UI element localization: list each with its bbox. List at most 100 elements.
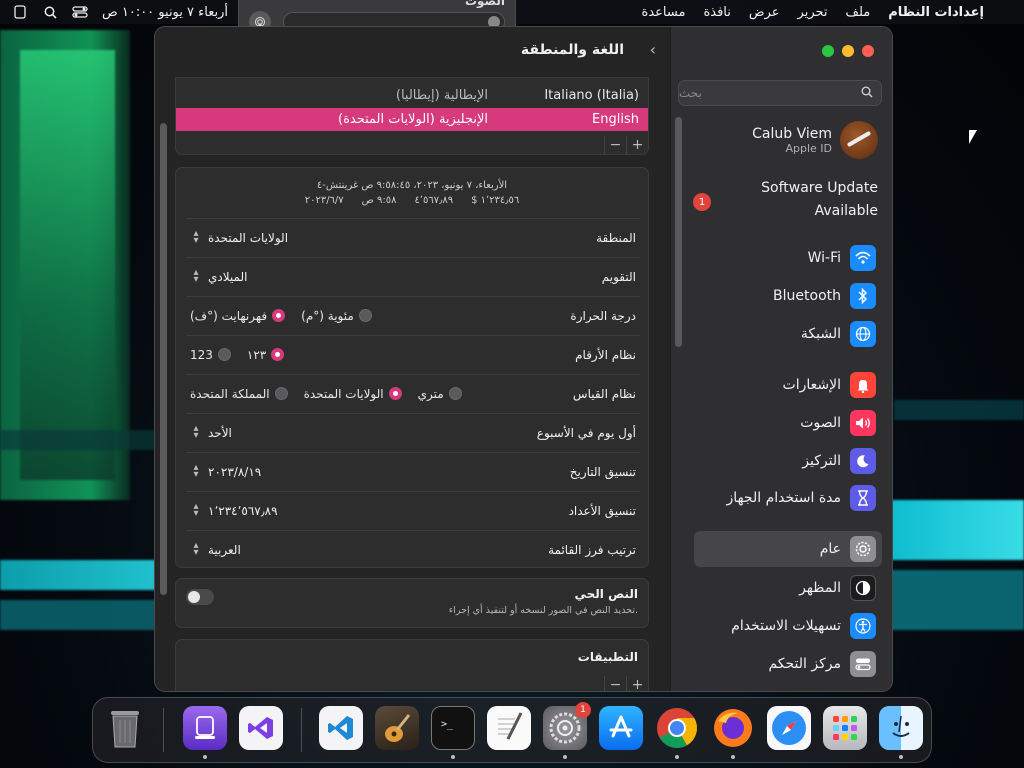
sidebar-item-accessibility[interactable]: تسهيلات الاستخدام (692, 611, 880, 641)
menu-edit[interactable]: تحرير (798, 5, 828, 20)
page-title: اللغة والمنطقة (520, 42, 624, 58)
measurement-metric-radio[interactable]: متري (418, 387, 462, 401)
dock-terminal[interactable]: >_ (431, 706, 475, 750)
radio-dot (358, 309, 372, 322)
first-day-value: الأحد (208, 425, 232, 440)
format-preview-number: ٤٬٥٦٧٫٨٩ (414, 195, 454, 206)
date-format-value: ٢٠٢٣/٨/١٩ (208, 464, 262, 479)
stepper-icon: ▴ ▾ (193, 539, 199, 558)
language-row[interactable]: Italiano (Italia) الإيطالية (إيطاليا) (176, 84, 648, 107)
remove-app-button[interactable]: − (604, 676, 626, 691)
dock-vscode[interactable] (319, 706, 363, 750)
region-value: الولايات المتحدة (208, 230, 289, 245)
language-native-name: Italiano (Italia) (544, 88, 639, 103)
zoom-button[interactable] (822, 45, 834, 57)
sidebar-item-appearance[interactable]: المظهر (692, 573, 880, 603)
first-day-select[interactable]: ▴ ▾ الأحد (190, 423, 232, 441)
number-format-row: تنسيق الأعداد ▴ ▾ ١٬٢٣٤٬٥٦٧٫٨٩ (186, 491, 640, 529)
sidebar-item-control-center[interactable]: مركز التحكم (692, 649, 880, 679)
sidebar-item-screen-time[interactable]: مدة استخدام الجهاز (692, 483, 880, 513)
back-chevron-icon[interactable]: ‹ (650, 40, 656, 59)
spotlight-search-icon[interactable] (42, 5, 58, 19)
dock-app-store[interactable] (599, 706, 643, 750)
apple-id-account[interactable]: Calub Viem Apple ID (752, 121, 878, 159)
dock-safari[interactable] (767, 706, 811, 750)
globe-icon (850, 321, 876, 347)
search-placeholder: بحث (679, 86, 702, 100)
calendar-value: الميلادي (208, 269, 248, 284)
accessibility-icon (850, 613, 876, 639)
menubar-clock[interactable]: أربعاء ٧ يونيو ١٠:٠٠ ص (102, 5, 228, 20)
menu-app-name[interactable]: إعدادات النظام (888, 5, 984, 20)
close-button[interactable] (862, 45, 874, 57)
language-row-selected[interactable]: English الإنجليزية (الولايات المتحدة) (176, 108, 648, 131)
calendar-select[interactable]: ▴ ▾ الميلادي (190, 267, 248, 285)
sidebar-item-sound[interactable]: الصوت (692, 408, 880, 438)
gear-icon (850, 536, 876, 562)
sidebar-scrollbar[interactable] (675, 117, 682, 347)
first-day-label: أول يوم في الأسبوع (536, 425, 636, 440)
numbering-latin-radio[interactable]: 123 (190, 348, 231, 362)
add-language-button[interactable]: + (626, 136, 648, 154)
radio-label: 123 (190, 347, 213, 362)
sidebar-item-bluetooth[interactable]: Bluetooth (692, 281, 880, 311)
dock-firefox[interactable] (711, 706, 755, 750)
menu-file[interactable]: ملف (846, 5, 871, 20)
menu-help[interactable]: مساعدة (642, 5, 686, 20)
sidebar-item-wifi[interactable]: Wi-Fi (692, 243, 880, 273)
measurement-row: نظام القياس متري الولايات المتحدة المملك… (186, 374, 640, 412)
number-format-value: ١٬٢٣٤٬٥٦٧٫٨٩ (208, 503, 278, 518)
control-center-menubar-icon[interactable] (72, 5, 88, 19)
radio-label: فهرنهايت (°ف) (190, 308, 268, 323)
region-label: المنطقة (596, 230, 636, 245)
measurement-us-radio[interactable]: الولايات المتحدة (304, 387, 402, 401)
sidebar-item-focus[interactable]: التركيز (692, 446, 880, 476)
sidebar-item-label: Wi-Fi (807, 250, 841, 266)
control-center-icon (850, 651, 876, 677)
temperature-celsius-radio[interactable]: مئوية (°م) (301, 309, 372, 323)
sidebar-item-notifications[interactable]: الإشعارات (692, 370, 880, 400)
dock-trash[interactable] (103, 706, 147, 750)
list-sort-row: ترتيب فرز القائمة ▴ ▾ العربية (186, 530, 640, 568)
appearance-icon (850, 575, 876, 601)
remove-language-button[interactable]: − (604, 136, 626, 154)
sidebar-item-general[interactable]: عام (694, 531, 882, 567)
list-sort-select[interactable]: ▴ ▾ العربية (190, 539, 240, 558)
minimize-button[interactable] (842, 45, 854, 57)
list-sort-label: ترتيب فرز القائمة (548, 542, 636, 557)
number-format-select[interactable]: ▴ ▾ ١٬٢٣٤٬٥٦٧٫٨٩ (190, 501, 278, 519)
format-preview-currency: $ ١٬٢٣٤٫٥٦ (471, 195, 520, 206)
dock-simulator[interactable] (183, 706, 227, 750)
sidebar-item-label: مركز التحكم (768, 656, 841, 672)
search-field[interactable]: بحث (678, 80, 882, 106)
dock-visual-studio[interactable] (239, 706, 283, 750)
numbering-arabic-indic-radio[interactable]: ١٢٣ (247, 348, 285, 362)
dock-textedit[interactable] (487, 706, 531, 750)
dock-garageband[interactable] (375, 706, 419, 750)
display-menubar-icon[interactable] (12, 5, 28, 19)
dock-launchpad[interactable] (823, 706, 867, 750)
dock-running-indicator (675, 755, 679, 759)
content-scrollbar[interactable] (160, 123, 167, 595)
measurement-uk-radio[interactable]: المملكة المتحدة (190, 387, 288, 401)
temperature-fahrenheit-radio[interactable]: فهرنهايت (°ف) (190, 308, 286, 323)
region-select[interactable]: ▴ ▾ الولايات المتحدة (190, 228, 289, 246)
dock-running-indicator (563, 755, 567, 759)
date-format-label: تنسيق التاريخ (569, 464, 636, 479)
radio-dot (217, 348, 231, 361)
dock-chrome[interactable] (655, 706, 699, 750)
date-format-select[interactable]: ▴ ▾ ٢٠٢٣/٨/١٩ (190, 462, 262, 480)
add-app-button[interactable]: + (626, 676, 648, 691)
system-settings-window: ‹ اللغة والمنطقة Italiano (Italia) الإيط… (154, 26, 893, 692)
radio-label: متري (417, 386, 444, 401)
dock-finder[interactable] (879, 706, 923, 750)
menu-window[interactable]: نافذة (703, 5, 730, 20)
menu-view[interactable]: عرض (749, 5, 780, 20)
first-day-row: أول يوم في الأسبوع ▴ ▾ الأحد (186, 413, 640, 451)
numbering-label: نظام الأرقام (575, 347, 636, 362)
sidebar-item-network[interactable]: الشبكة (692, 319, 880, 349)
live-text-toggle[interactable] (186, 589, 214, 605)
dock-notification-badge: 1 (575, 702, 591, 718)
software-update-item[interactable]: Software Update Available 1 (693, 177, 878, 223)
dock-system-settings[interactable]: 1 (543, 702, 591, 750)
